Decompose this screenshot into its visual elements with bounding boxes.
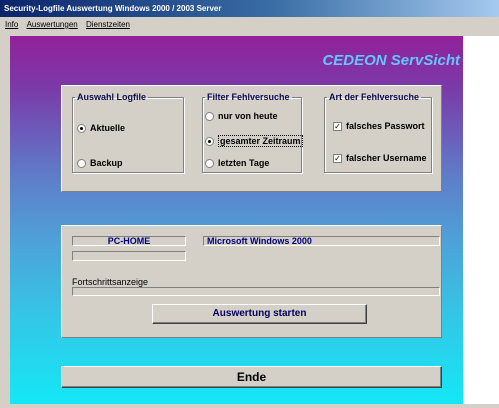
checkbox-falsches-passwort-label: falsches Passwort xyxy=(346,121,425,131)
logfile-group-legend: Auswahl Logfile xyxy=(77,92,147,102)
logfile-group: Auswahl Logfile Aktuelle Backup xyxy=(72,92,184,173)
radio-gesamter-zeitraum-label: gesamter Zeitraum xyxy=(218,135,303,147)
radio-nur-von-heute[interactable]: nur von heute xyxy=(205,111,278,121)
menu-auswertungen[interactable]: Auswertungen xyxy=(27,17,78,33)
radio-backup-indicator[interactable] xyxy=(77,158,86,168)
radio-aktuelle[interactable]: Aktuelle xyxy=(77,123,125,133)
radio-nur-von-heute-label: nur von heute xyxy=(218,111,278,121)
radio-backup[interactable]: Backup xyxy=(77,158,123,168)
info-panel: PC-HOME Microsoft Windows 2000 Fortschri… xyxy=(61,225,442,338)
end-button[interactable]: Ende xyxy=(61,366,442,388)
checkbox-falscher-username-box[interactable]: ✓ xyxy=(333,153,342,163)
start-analysis-button[interactable]: Auswertung starten xyxy=(152,304,367,324)
title-bar: Security-Logfile Auswertung Windows 2000… xyxy=(0,0,499,17)
radio-letzten-tage-label: letzten Tage xyxy=(218,158,270,168)
radio-nur-von-heute-indicator[interactable] xyxy=(205,111,214,121)
radio-aktuelle-indicator[interactable] xyxy=(77,123,86,133)
filter-group: Filter Fehlversuche nur von heute gesamt… xyxy=(202,92,303,173)
brand-logo-text: CEDEON ServSicht xyxy=(322,52,460,69)
radio-letzten-tage-indicator[interactable] xyxy=(205,158,214,168)
checkbox-falscher-username[interactable]: ✓ falscher Username xyxy=(333,153,427,163)
radio-gesamter-zeitraum-indicator[interactable] xyxy=(205,136,214,146)
os-name-field: Microsoft Windows 2000 xyxy=(203,236,440,246)
radio-aktuelle-label: Aktuelle xyxy=(90,123,126,133)
checkbox-falscher-username-label: falscher Username xyxy=(346,153,427,163)
art-group: Art der Fehlversuche ✓ falsches Passwort… xyxy=(324,92,432,173)
radio-letzten-tage[interactable]: letzten Tage xyxy=(205,158,269,168)
right-margin xyxy=(463,36,499,404)
radio-backup-label: Backup xyxy=(90,158,123,168)
radio-gesamter-zeitraum[interactable]: gesamter Zeitraum xyxy=(205,135,303,147)
left-border xyxy=(0,36,10,404)
checkbox-falsches-passwort[interactable]: ✓ falsches Passwort xyxy=(333,121,425,131)
menu-dienstzeiten[interactable]: Dienstzeiten xyxy=(86,17,130,33)
options-panel: Auswahl Logfile Aktuelle Backup Filter F… xyxy=(61,85,442,192)
pc-name-field: PC-HOME xyxy=(72,236,186,246)
menu-info[interactable]: Info xyxy=(5,17,18,33)
status-field xyxy=(72,251,186,261)
window-title: Security-Logfile Auswertung Windows 2000… xyxy=(4,4,222,13)
menu-bar: Info Auswertungen Dienstzeiten xyxy=(0,17,499,34)
filter-group-legend: Filter Fehlversuche xyxy=(207,92,290,102)
progress-label: Fortschrittsanzeige xyxy=(72,277,149,287)
progress-bar xyxy=(72,287,440,296)
art-group-legend: Art der Fehlversuche xyxy=(329,92,420,102)
checkbox-falsches-passwort-box[interactable]: ✓ xyxy=(333,121,342,131)
app-window: Security-Logfile Auswertung Windows 2000… xyxy=(0,0,499,408)
